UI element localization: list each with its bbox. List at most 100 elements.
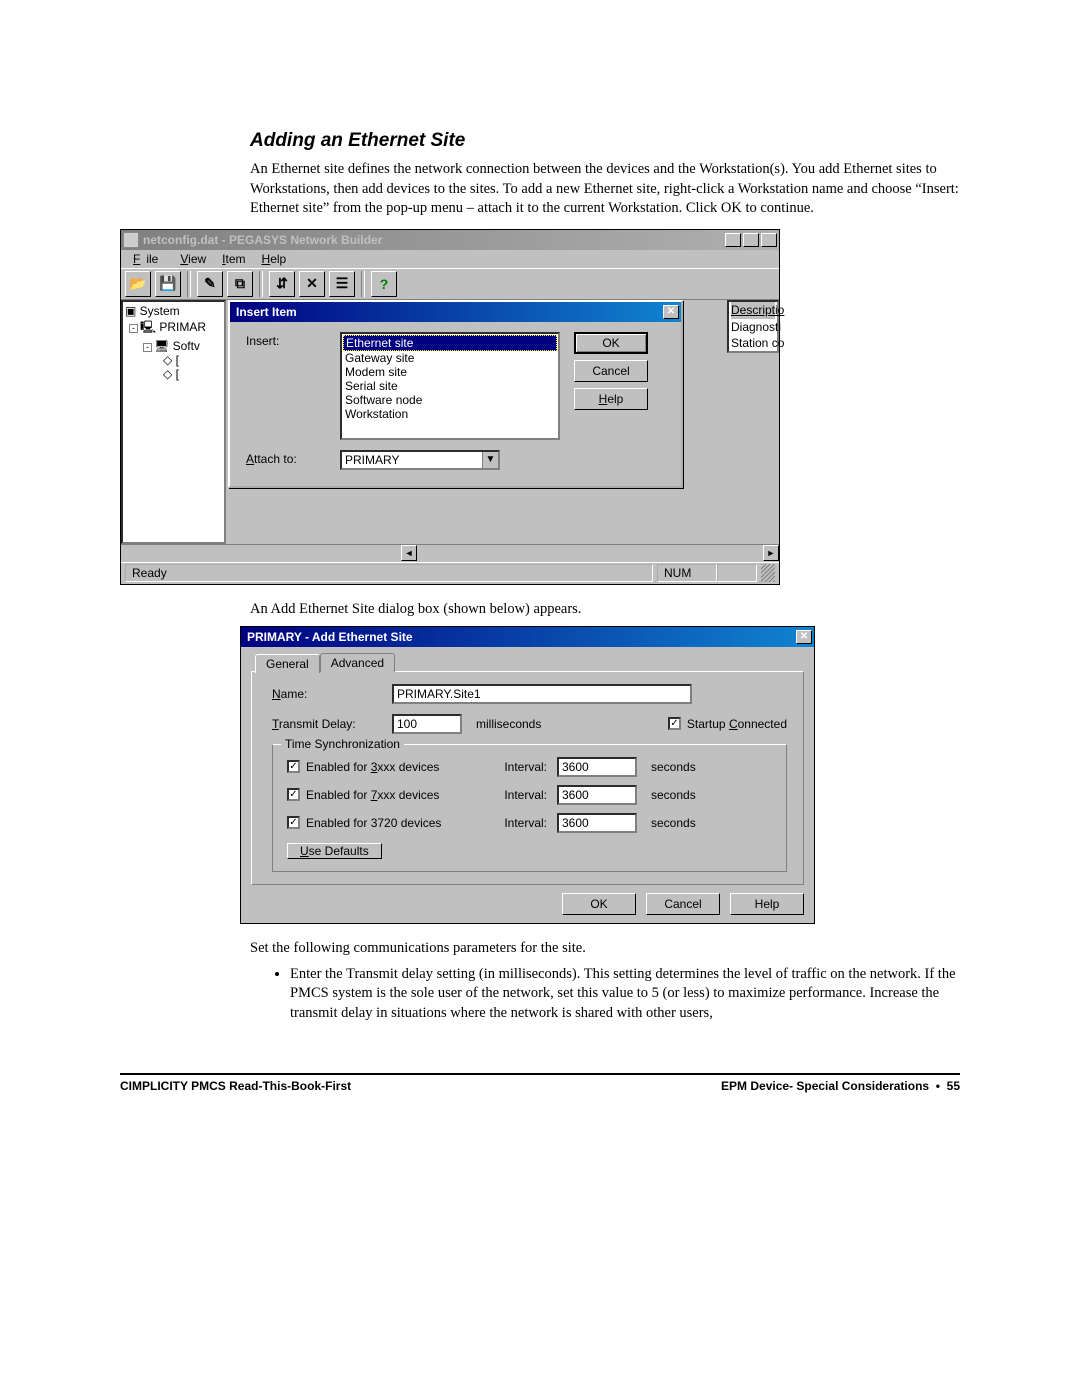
dialog2-ok-button[interactable]: OK [562,893,636,915]
option-modem-site[interactable]: Modem site [343,365,557,379]
scroll-right-icon[interactable]: ► [763,545,779,561]
dialog2-titlebar: PRIMARY - Add Ethernet Site ✕ [241,627,814,647]
properties-icon[interactable]: ☰ [329,271,355,297]
insert-item-dialog: Insert Item ✕ Insert: Ethernet site Gate… [228,300,683,488]
interval-3720-unit: seconds [651,816,696,830]
tab-panel-general: Name: Transmit Delay: milliseconds ✓ Sta… [251,671,804,885]
enable-3720-label: Enabled for 3720 devices [306,816,441,830]
footer-page-number: 55 [947,1079,960,1093]
menu-help[interactable]: Help [256,252,293,266]
page-footer: CIMPLICITY PMCS Read-This-Book-First EPM… [120,1079,960,1093]
minimize-button[interactable]: _ [725,233,741,247]
maximize-button[interactable]: □ [743,233,759,247]
intro-paragraph: An Ethernet site defines the network con… [250,160,960,219]
use-defaults-button[interactable]: Use Defaults [287,843,382,859]
help-icon[interactable]: ? [371,271,397,297]
tree-pane[interactable]: ▣ System -🖳 PRIMAR -🖥 Softv ◇ [ ◇ [ [121,300,226,544]
statusbar: Ready NUM [121,562,779,584]
grid-columns: Descriptio Diagnosti Station co [727,300,779,353]
tree-primary[interactable]: -🖳 PRIMAR [125,318,222,339]
transmit-delay-field[interactable] [392,714,462,734]
menu-file[interactable]: File [127,252,170,266]
para-set-params: Set the following communications paramet… [250,940,960,957]
menu-view[interactable]: View [174,252,212,266]
enable-7xxx-checkbox[interactable]: ✓ [287,788,300,801]
tool-icon-2[interactable]: ⧉ [227,271,253,297]
menu-item[interactable]: Item [216,252,251,266]
startup-connected-checkbox[interactable]: ✓ [668,717,681,730]
footer-right-label: EPM Device- Special Considerations [721,1079,929,1093]
col-station: Station co [731,335,775,351]
enable-7xxx-label: Enabled for 7xxx devices [306,788,439,802]
dialog2-cancel-button[interactable]: Cancel [646,893,720,915]
tool-icon-1[interactable]: ✎ [197,271,223,297]
footer-dot: • [932,1079,946,1093]
scroll-left-icon[interactable]: ◄ [401,545,417,561]
footer-left: CIMPLICITY PMCS Read-This-Book-First [120,1079,351,1093]
bullet-transmit-delay: Enter the Transmit delay setting (in mil… [290,965,960,1024]
col-header-1[interactable]: Descriptio [731,302,775,319]
status-ready: Ready [125,564,653,582]
interval-3720-field[interactable] [557,813,637,833]
transmit-delay-unit: milliseconds [476,717,541,731]
option-serial-site[interactable]: Serial site [343,379,557,393]
option-workstation[interactable]: Workstation [343,407,557,421]
interval-3xxx-unit: seconds [651,760,696,774]
interval-label-1: Interval: [477,760,547,774]
save-icon[interactable]: 💾 [155,271,181,297]
option-software-node[interactable]: Software node [343,393,557,407]
interval-7xxx-field[interactable] [557,785,637,805]
interval-7xxx-unit: seconds [651,788,696,802]
status-empty [717,564,757,582]
dialog-close-icon[interactable]: ✕ [663,305,679,319]
dialog2-close-icon[interactable]: ✕ [796,630,812,644]
time-sync-fieldset: Time Synchronization ✓ Enabled for 3xxx … [272,744,787,872]
dialog2-help-button[interactable]: Help [730,893,804,915]
tab-general[interactable]: General [255,654,320,673]
resize-grip-icon[interactable] [761,564,775,582]
caption-add-ethernet: An Add Ethernet Site dialog box (shown b… [250,601,960,618]
tree-softv[interactable]: -🖥 Softv [125,339,222,353]
menubar: File View Item Help [121,250,779,268]
tree-root[interactable]: ▣ System [125,304,222,318]
attach-label: Attach to: [246,450,326,466]
status-num: NUM [657,564,717,582]
delete-icon[interactable]: ✕ [299,271,325,297]
cancel-button[interactable]: Cancel [574,360,648,382]
name-field[interactable] [392,684,692,704]
insert-label: Insert: [246,332,326,348]
tree-child-2[interactable]: ◇ [ [125,367,222,381]
interval-label-2: Interval: [477,788,547,802]
help-button[interactable]: Help [574,388,648,410]
hscrollbar[interactable]: ◄ ► [121,544,779,562]
dialog2-title: PRIMARY - Add Ethernet Site [243,630,796,644]
option-gateway-site[interactable]: Gateway site [343,351,557,365]
startup-connected-label: Startup Connected [687,717,787,731]
insert-listbox[interactable]: Ethernet site Gateway site Modem site Se… [340,332,560,440]
footer-rule [120,1073,960,1075]
toolbar: 📂 💾 ✎ ⧉ ⇵ ✕ ☰ ? [121,268,779,300]
open-icon[interactable]: 📂 [125,271,151,297]
transmit-delay-label: Transmit Delay: [272,717,392,731]
screenshot-network-builder: netconfig.dat - PEGASYS Network Builder … [120,229,780,585]
col-diagnostic: Diagnosti [731,319,775,335]
tab-advanced[interactable]: Advanced [320,653,395,672]
enable-3xxx-checkbox[interactable]: ✓ [287,760,300,773]
enable-3xxx-label: Enabled for 3xxx devices [306,760,439,774]
tool-icon-3[interactable]: ⇵ [269,271,295,297]
ok-button[interactable]: OK [574,332,648,354]
enable-3720-checkbox[interactable]: ✓ [287,816,300,829]
option-ethernet-site[interactable]: Ethernet site [343,335,557,351]
interval-3xxx-field[interactable] [557,757,637,777]
screenshot-add-ethernet-site: PRIMARY - Add Ethernet Site ✕ General Ad… [240,626,815,924]
close-button[interactable]: ✕ [761,233,777,247]
name-label: Name: [272,687,392,701]
dialog-title: Insert Item [232,305,663,319]
app-icon [123,232,139,248]
app-titlebar: netconfig.dat - PEGASYS Network Builder … [121,230,779,250]
chevron-down-icon[interactable]: ▼ [482,452,498,468]
dialog-titlebar: Insert Item ✕ [230,302,681,322]
attach-value: PRIMARY [342,453,482,467]
tree-child-1[interactable]: ◇ [ [125,353,222,367]
attach-combo[interactable]: PRIMARY ▼ [340,450,500,470]
